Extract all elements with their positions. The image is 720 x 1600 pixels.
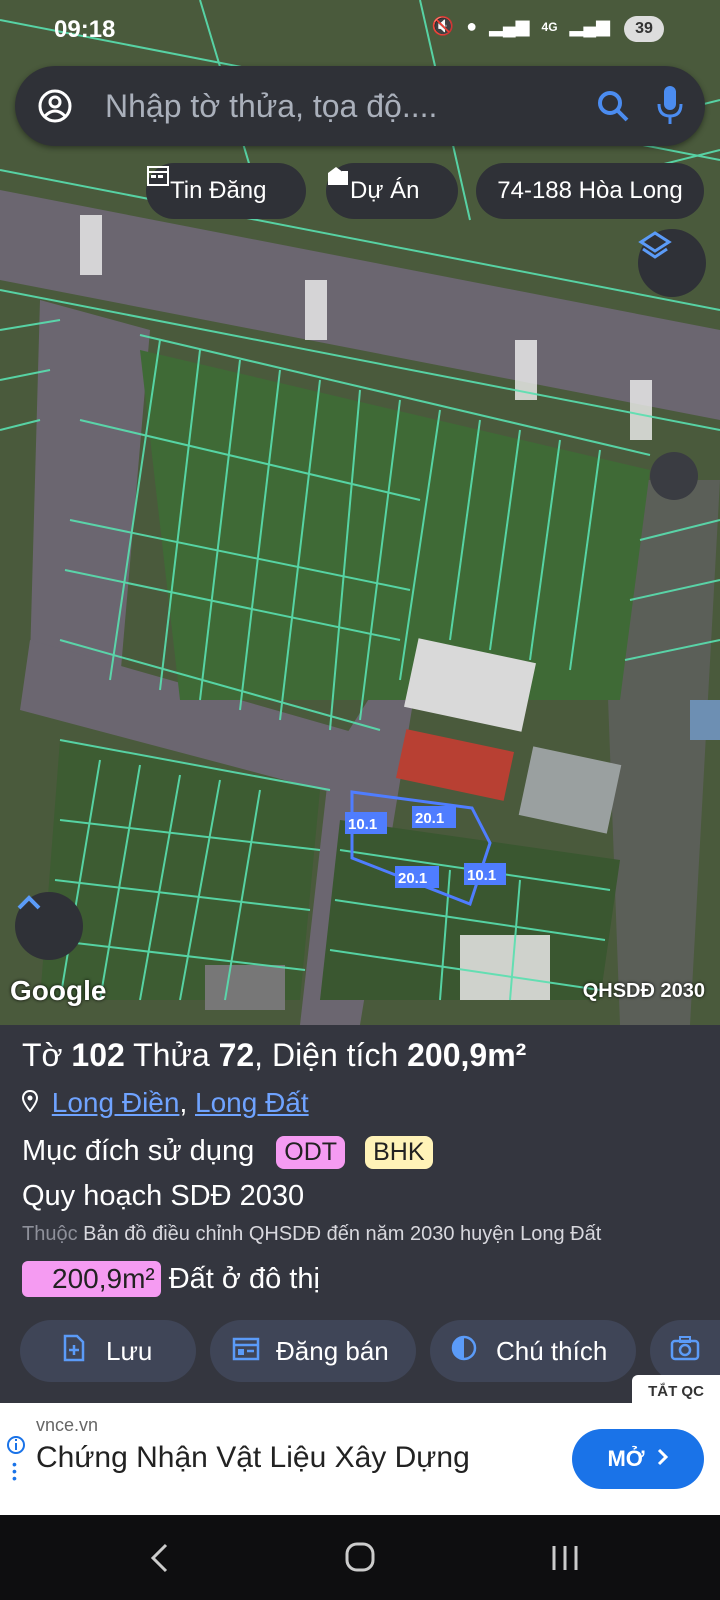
location-icon: ● [466,16,478,36]
ward-link[interactable]: Long Đất [195,1087,309,1118]
plan-title: Quy hoạch SDĐ 2030 [22,1180,305,1212]
battery-indicator: 39 [624,16,664,42]
recent-apps-icon[interactable] [550,1543,580,1578]
status-bar: 09:18 🔇 ● ▂▄▆ 4G ▂▄▆ 39 [0,0,720,60]
ad-domain: vnce.vn [36,1415,99,1435]
location-row: Long Điền, Long Đất [21,1087,309,1119]
save-button[interactable]: Lưu [20,1320,196,1382]
purpose-tag-odt[interactable]: ODT [276,1136,346,1169]
dimension-label: 10.1 [348,816,377,833]
more-options-icon[interactable]: • • • [12,1457,17,1485]
ad-title: Chứng Nhận Vật Liệu Xây Dựng [36,1441,470,1474]
google-logo: Google [10,975,107,1006]
expand-button[interactable] [15,892,83,960]
satellite-map: 10.1 20.1 20.1 10.1 [0,0,720,1025]
filter-label: Tin Đăng [170,177,267,204]
plan-source: Thuộc Bản đồ điều chỉnh QHSDĐ đến năm 20… [22,1223,602,1245]
legend-button[interactable]: Chú thích [430,1320,636,1382]
back-icon[interactable] [148,1543,170,1578]
camera-button[interactable] [650,1320,720,1382]
clock: 09:18 [54,16,116,43]
filter-du-an[interactable]: Dự Án [326,163,458,219]
signal-icon: ▂▄▆ [569,16,610,36]
location-pin-icon [21,1087,44,1119]
district-link[interactable]: Long Điền [52,1087,180,1118]
legend-icon [450,1334,478,1369]
signal-icon: ▂▄▆ [489,16,530,36]
purpose-row: Mục đích sử dụng ODT BHK [22,1135,433,1169]
ad-banner[interactable]: • • • vnce.vn Chứng Nhận Vật Liệu Xây Dựng… [0,1403,720,1515]
map-control-button[interactable] [650,452,698,500]
chevron-right-icon [657,1446,669,1472]
layers-button[interactable] [638,229,706,297]
open-ad-button[interactable]: MỞ [572,1429,704,1489]
camera-icon [670,1334,700,1369]
filter-tin-dang[interactable]: Tin Đăng [146,163,306,219]
sheet-number: 102 [71,1037,125,1073]
legend-label: Chú thích [496,1335,608,1366]
dimension-label: 20.1 [398,870,427,887]
post-icon [232,1335,260,1368]
search-bar[interactable]: Nhập tờ thửa, tọa độ.... [15,66,705,146]
dimension-label: 10.1 [467,867,496,884]
save-icon [62,1334,86,1369]
home-icon[interactable] [344,1541,376,1578]
map-view[interactable]: 10.1 20.1 20.1 10.1 09:18 🔇 ● ▂▄▆ 4G ▂▄▆… [0,0,720,1025]
filter-label: 74-188 Hòa Long [497,177,683,204]
parcel-heading: Tờ 102 Thửa 72, Diện tích 200,9m² [22,1037,527,1073]
area-value: 200,9m² [407,1037,527,1073]
purpose-tag-bhk[interactable]: BHK [365,1136,433,1169]
post-sale-label: Đăng bán [276,1335,389,1366]
land-type-row: 200,9m² Đất ở đô thị [22,1261,320,1297]
layer-label: QHSDĐ 2030 [582,980,705,1002]
land-type: Đất ở đô thị [168,1262,320,1295]
mute-icon: 🔇 [431,16,455,36]
area-badge: 200,9m² [22,1261,161,1297]
system-nav-bar [0,1515,720,1600]
plot-number: 72 [218,1037,255,1073]
network-type: 4G [541,19,558,34]
post-sale-button[interactable]: Đăng bán [210,1320,416,1382]
dimension-label: 20.1 [415,810,444,827]
search-input[interactable]: Nhập tờ thửa, tọa độ.... [105,88,437,125]
save-label: Lưu [106,1335,153,1366]
filter-label: Dự Án [350,177,420,204]
open-label: MỞ [607,1446,645,1471]
filter-location[interactable]: 74-188 Hòa Long [476,163,704,219]
